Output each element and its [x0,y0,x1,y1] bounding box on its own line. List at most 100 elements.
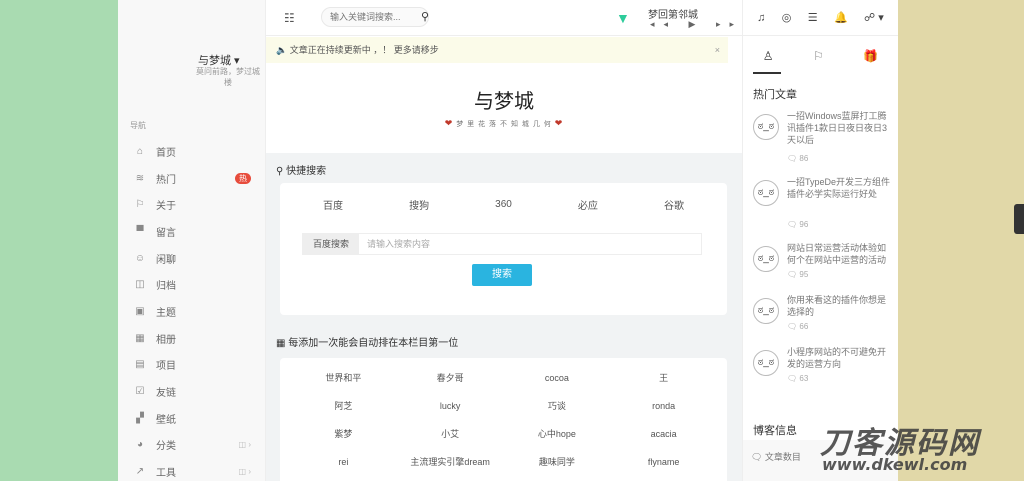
keyword-link[interactable]: rei [290,448,397,476]
chat-icon: ☺ [134,252,146,264]
post-views: 🗨 95 [787,270,809,279]
post-title[interactable]: 小程序网站的不可避免开发的运营方向 [787,346,891,370]
sidebar-item-label: 闲聊 [156,254,176,266]
post-title[interactable]: 你用来看这的插件你想是选择的 [787,294,891,318]
sidebar-item-label: 友链 [156,388,176,400]
location-icon[interactable]: ◎ [782,11,792,24]
keyword-link[interactable]: ronda [610,392,717,420]
engine-search-box[interactable]: 请输入搜索内容 [359,234,701,254]
tool-icon: ↗ [135,466,145,478]
keyword-link[interactable]: acacia [610,420,717,448]
keyword-link[interactable]: 阿芝 [290,392,397,420]
music-cover-icon[interactable]: ▼ [616,10,630,26]
sidebar-item[interactable]: ⚐ 关于 [118,191,265,218]
hot-posts-title: 热门文章 [753,89,797,101]
theme-icon: ▣ [135,305,145,317]
hot-post[interactable]: ಠ_ಠ 小程序网站的不可避免开发的运营方向 🗨 63 [753,346,893,394]
engine-tab[interactable]: 360 [495,199,512,210]
notice-close-button[interactable]: × [715,37,720,63]
keyword-link[interactable]: cocoa [504,364,611,392]
music-icon[interactable]: ♫ [757,12,765,24]
keyword-link[interactable]: 巧谈 [504,392,611,420]
grid-icon: ▦ [276,338,286,349]
home-icon: ⌂ [136,145,144,157]
quick-search-title-text: 快捷搜索 [286,166,327,177]
hot-post[interactable]: ಠ_ಠ 你用来看这的插件你想是选择的 🗨 66 [753,294,893,342]
post-title[interactable]: 一招TypeDe开发三方组件插件必学实际运行好处 [787,176,891,200]
active-tab-indicator [753,72,781,74]
keyword-link[interactable]: 心中hope [504,420,611,448]
keyword-link[interactable]: 小艾 [397,420,504,448]
sidebar-item[interactable]: ▣ 主题 [118,298,265,325]
sidebar-item[interactable]: ⌂ 首页 [118,138,265,165]
search-submit-button[interactable]: 搜索 [472,264,532,286]
watermark-url: www.dkewl.com [822,455,968,474]
keyword-link[interactable]: 趣味同学 [504,448,611,476]
right-sidebar: ♫ ◎ ☰ 🔔 ☍ ▾ ♙ ⚐ 🎁 热门文章 ಠ_ಠ 一招Windows蓝屏打工腾讯插件1款日… [742,0,898,481]
engine-tab[interactable]: 谷歌 [664,197,684,212]
share-icon[interactable]: ☍ ▾ [864,11,884,24]
sidebar-item[interactable]: ☑ 友链 [118,378,265,405]
player-controls[interactable]: ◂◂ ▶ ▸▸ [650,19,743,30]
sidebar-item[interactable]: ◫ 归档 [118,271,265,298]
left-sidebar: 与梦城 ▾ 莫问前路，梦过城楼 导航 ⌂ 首页 ≋ 热门热 ⚐ 关于 ▀ 留言 ☺ 闲聊 ◫ 归档 ▣ 主… [118,0,266,481]
comment-tab-icon[interactable]: ⚐ [813,49,824,63]
hot-tab-icon[interactable]: ♙ [763,49,774,63]
sidebar-item-label: 热门 [156,174,176,186]
keyword-link[interactable]: 主流理实引擎dream [397,448,504,476]
album-icon: ▦ [135,332,145,344]
hot-badge: 热 [235,172,251,184]
post-views: 🗨 96 [787,220,809,229]
keyword-link[interactable]: flyname [610,448,717,476]
sidebar-item[interactable]: ≋ 热门 热 [118,165,265,192]
brand-subtitle: 莫问前路，梦过城楼 [196,67,260,87]
sidebar-item[interactable]: ◕ 分类 ◫ › [118,432,265,459]
sidebar-item[interactable]: ↗ 工具 ◫ › [118,458,265,481]
keyword-grid: 世界和平 春夕哥 cocoa 王阿芝 lucky 巧谈 ronda 紫梦 小艾 心中hope aca… [280,358,727,476]
engine-tab[interactable]: 必应 [578,197,598,212]
post-avatar: ಠ_ಠ [753,298,779,324]
hot-post[interactable]: ಠ_ಠ 一招TypeDe开发三方组件插件必学实际运行好处 🗨 96 [753,176,893,229]
expand-icon[interactable]: ◫ › [239,440,251,449]
bell-icon[interactable]: 🔔 [834,11,848,24]
sidebar-item-label: 首页 [156,147,176,159]
gift-tab-icon[interactable]: 🎁 [863,49,878,63]
fire-icon: ≋ [135,172,145,184]
sidebar-item[interactable]: ▞ 壁纸 [118,405,265,432]
keyword-link[interactable]: 世界和平 [290,364,397,392]
site-subtitle: ❤ 梦 里 花 落 不 知 城 几 何 ❤ [266,118,742,129]
search-icon[interactable]: ⚲ [421,10,429,23]
hot-post[interactable]: ಠ_ಠ 网站日常运营活动体验如何个在网站中运营的活动 🗨 95 [753,242,893,290]
engine-search-row: 百度搜索 请输入搜索内容 [302,233,702,255]
left-background [0,0,118,481]
engine-search-button[interactable]: 百度搜索 [303,234,359,254]
keyword-link[interactable]: 春夕哥 [397,364,504,392]
sidebar-item[interactable]: ▤ 项目 [118,352,265,379]
hot-post[interactable]: ಠ_ಠ 一招Windows蓝屏打工腾讯插件1款日日夜日夜日3天以后 🗨 86 [753,110,893,163]
main-content: 与梦城 ❤ 梦 里 花 落 不 知 城 几 何 ❤ ⚲ 快捷搜索 百度 搜狗 360… [266,63,742,481]
sidebar-item-label: 归档 [156,281,176,293]
sidebar-item[interactable]: ☺ 闲聊 [118,245,265,272]
heart-icon: ❤ [554,118,564,128]
keyword-link[interactable]: 王 [610,364,717,392]
quick-search-card: 百度 搜狗 360 必应 谷歌 百度搜索 请输入搜索内容 搜索 [280,183,727,315]
list-icon[interactable]: ☰ [808,11,818,24]
scroll-handle[interactable] [1014,204,1024,234]
keyword-link[interactable]: 紫梦 [290,420,397,448]
post-avatar: ಠ_ಠ [753,114,779,140]
expand-icon[interactable]: ◫ › [239,467,251,476]
engine-tab[interactable]: 百度 [323,197,343,212]
notice-bar: 🔈 文章正在持续更新中 ，！ 更多请移步 × [266,37,728,63]
menu-icon[interactable]: ☷ [284,11,295,25]
search-input[interactable] [321,7,429,27]
sidebar-item[interactable]: ▦ 相册 [118,325,265,352]
engine-tab[interactable]: 搜狗 [409,197,429,212]
blog-info-title: 博客信息 [753,425,797,437]
post-title[interactable]: 网站日常运营活动体验如何个在网站中运营的活动 [787,242,891,266]
sidebar-item[interactable]: ▀ 留言 [118,218,265,245]
post-title[interactable]: 一招Windows蓝屏打工腾讯插件1款日日夜日夜日3天以后 [787,110,891,146]
site-title: 与梦城 [474,89,534,113]
keywords-title-text: 每添加一次能会自动排在本栏目第一位 [288,338,459,349]
keyword-link[interactable]: lucky [397,392,504,420]
notice-text: 🔈 文章正在持续更新中 ，！ 更多请移步 [276,45,439,55]
